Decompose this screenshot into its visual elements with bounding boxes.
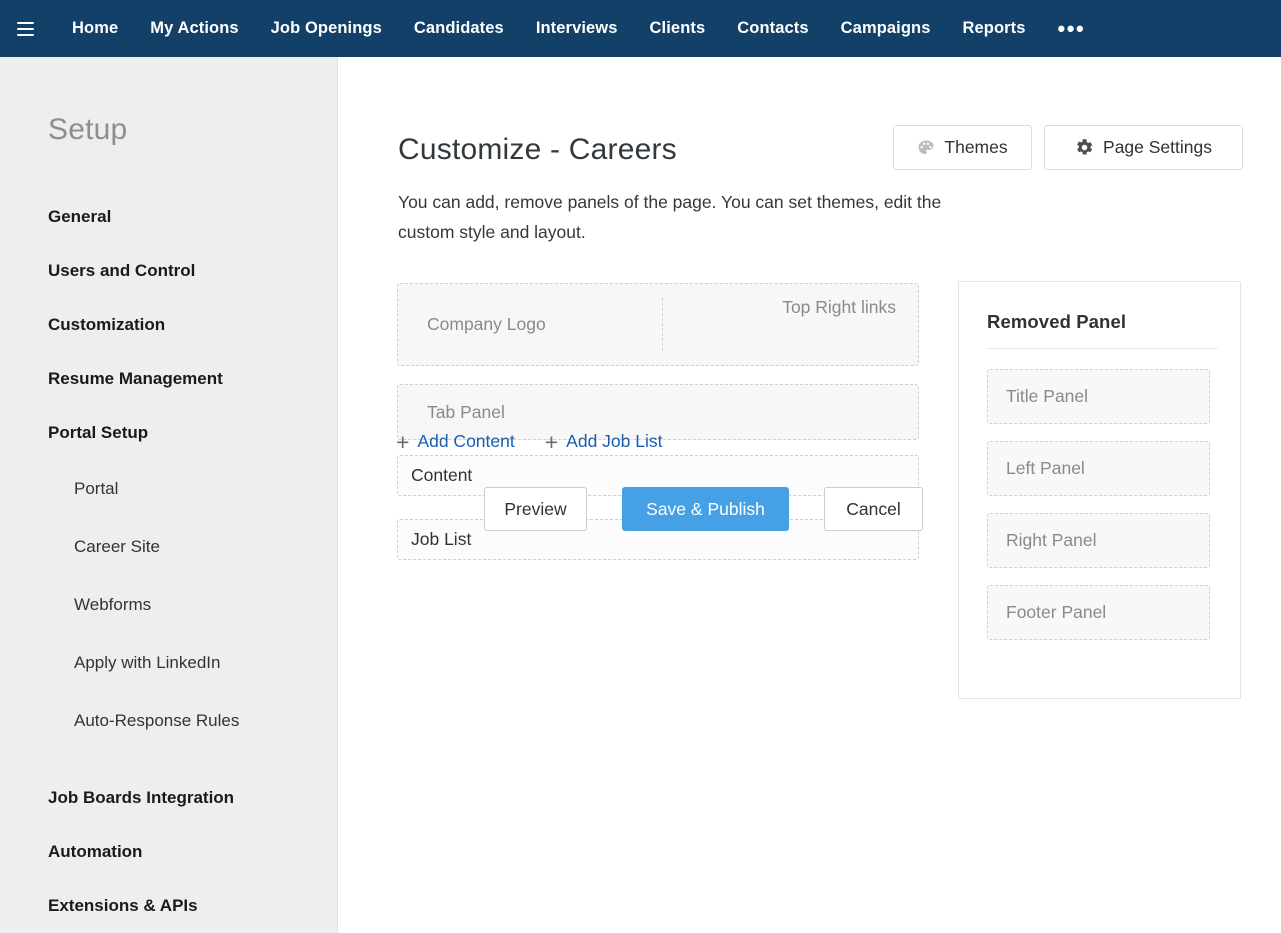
nav-item-campaigns[interactable]: Campaigns <box>825 13 947 44</box>
nav-overflow-icon[interactable]: ••• <box>1042 24 1102 34</box>
sidebar-item-apply-with-linkedin[interactable]: Apply with LinkedIn <box>0 634 337 692</box>
palette-icon <box>917 139 935 157</box>
plus-icon: + <box>545 434 558 450</box>
add-content-label: Add Content <box>417 431 514 452</box>
removed-item-title-panel[interactable]: Title Panel <box>987 369 1210 424</box>
sidebar-item-portal-setup[interactable]: Portal Setup <box>0 406 337 460</box>
layout-panel-job-list-label: Job List <box>398 529 471 550</box>
layout-panel-top-right-links[interactable]: Top Right links <box>663 284 918 365</box>
removed-item-left-panel[interactable]: Left Panel <box>987 441 1210 496</box>
add-links-row: + Add Content + Add Job List <box>396 431 662 452</box>
nav-item-my-actions[interactable]: My Actions <box>134 13 254 44</box>
page-settings-button-label: Page Settings <box>1103 137 1212 158</box>
removed-item-right-panel[interactable]: Right Panel <box>987 513 1210 568</box>
nav-item-contacts[interactable]: Contacts <box>721 13 824 44</box>
sidebar-item-webforms[interactable]: Webforms <box>0 576 337 634</box>
sidebar-title: Setup <box>0 113 337 147</box>
sidebar-spacer <box>0 750 337 771</box>
removed-panel-title: Removed Panel <box>959 282 1240 333</box>
page-description: You can add, remove panels of the page. … <box>398 187 958 247</box>
cancel-button[interactable]: Cancel <box>824 487 923 531</box>
add-content-link[interactable]: + Add Content <box>396 431 515 452</box>
nav-item-job-openings[interactable]: Job Openings <box>255 13 398 44</box>
removed-panel-list: Title Panel Left Panel Right Panel Foote… <box>959 349 1240 640</box>
themes-button-label: Themes <box>944 137 1007 158</box>
layout-panel-tab-label: Tab Panel <box>398 402 505 423</box>
setup-sidebar: Setup General Users and Control Customiz… <box>0 57 338 933</box>
sidebar-item-general[interactable]: General <box>0 190 337 244</box>
sidebar-item-extensions-and-apis[interactable]: Extensions & APIs <box>0 879 337 933</box>
plus-icon: + <box>396 434 409 450</box>
nav-item-clients[interactable]: Clients <box>634 13 722 44</box>
form-actions: Preview Save & Publish Cancel <box>484 487 923 531</box>
nav-item-interviews[interactable]: Interviews <box>520 13 634 44</box>
page-title: Customize - Careers <box>398 133 677 167</box>
gear-icon <box>1075 138 1094 157</box>
sidebar-item-users-and-control[interactable]: Users and Control <box>0 244 337 298</box>
layout-panel-company-logo[interactable]: Company Logo <box>398 284 662 365</box>
nav-item-home[interactable]: Home <box>56 13 134 44</box>
themes-button[interactable]: Themes <box>893 125 1032 170</box>
preview-button[interactable]: Preview <box>484 487 587 531</box>
sidebar-item-job-boards-integration[interactable]: Job Boards Integration <box>0 771 337 825</box>
layout-panel-content-label: Content <box>398 465 472 486</box>
sidebar-item-automation[interactable]: Automation <box>0 825 337 879</box>
layout-panel-company-logo-label: Company Logo <box>398 314 546 335</box>
sidebar-item-portal[interactable]: Portal <box>0 460 337 518</box>
sidebar-item-auto-response-rules[interactable]: Auto-Response Rules <box>0 692 337 750</box>
layout-panel-top-right-links-label: Top Right links <box>782 297 896 318</box>
removed-panel-container: Removed Panel Title Panel Left Panel Rig… <box>958 281 1241 699</box>
hamburger-menu-icon[interactable] <box>12 16 38 42</box>
top-navigation-bar: Home My Actions Job Openings Candidates … <box>0 0 1281 57</box>
nav-item-reports[interactable]: Reports <box>947 13 1042 44</box>
sidebar-item-career-site[interactable]: Career Site <box>0 518 337 576</box>
nav-item-candidates[interactable]: Candidates <box>398 13 520 44</box>
layout-panel-header[interactable]: Company Logo Top Right links <box>397 283 919 366</box>
save-and-publish-button[interactable]: Save & Publish <box>622 487 789 531</box>
removed-item-footer-panel[interactable]: Footer Panel <box>987 585 1210 640</box>
sidebar-item-resume-management[interactable]: Resume Management <box>0 352 337 406</box>
add-job-list-link[interactable]: + Add Job List <box>545 431 663 452</box>
page-settings-button[interactable]: Page Settings <box>1044 125 1243 170</box>
add-job-list-label: Add Job List <box>566 431 662 452</box>
page-header: Customize - Careers Themes Page Settings <box>398 125 1243 177</box>
main-content-area: Customize - Careers Themes Page Settings… <box>339 57 1281 933</box>
sidebar-item-customization[interactable]: Customization <box>0 298 337 352</box>
